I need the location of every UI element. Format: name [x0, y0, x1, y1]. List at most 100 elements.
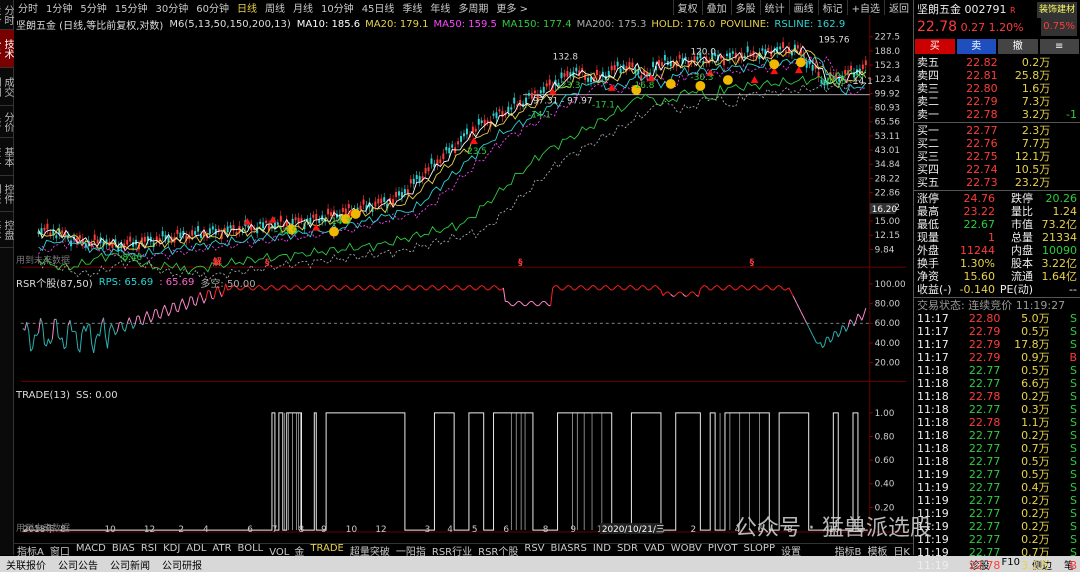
tick-vol: 0.9万	[1021, 351, 1050, 364]
trade-y-tick: 0.40	[875, 480, 895, 490]
rsr-line-segment	[128, 317, 132, 323]
period-button-10[interactable]: 45日线	[358, 0, 399, 15]
indicator-name[interactable]: M6(5,13,50,150,200,13)	[169, 19, 290, 30]
left-tab-0[interactable]: 分时走势	[0, 0, 14, 30]
left-tab-1[interactable]: 技术分析	[0, 30, 14, 68]
bid-vol: 10.5万	[1014, 163, 1051, 176]
price-candle-body	[660, 62, 663, 67]
stats-row-1: 最高 23.22 量比 1.24	[914, 205, 1080, 218]
rsr-line-segment	[839, 325, 843, 334]
price-candle-body	[312, 214, 315, 218]
toolbar-right-button-5[interactable]: 标记	[817, 0, 847, 15]
rsr-line-segment	[514, 301, 518, 305]
trade-title[interactable]: TRADE(13)	[16, 390, 70, 401]
price-candle-body	[347, 204, 350, 209]
period-button-7[interactable]: 周线	[261, 0, 289, 15]
rsr-line-segment	[108, 323, 112, 331]
toolbar-right-button-3[interactable]: 统计	[759, 0, 789, 15]
trade-button-1[interactable]: 卖	[956, 39, 996, 54]
tick-vol: 0.4万	[1021, 481, 1050, 494]
trade-button-3[interactable]: ≡	[1039, 39, 1079, 54]
price-candle-body	[613, 65, 616, 71]
toolbar-right-button-6[interactable]: +自选	[846, 0, 884, 15]
rsr-line-segment	[569, 286, 573, 290]
tick-side: S	[1070, 546, 1077, 559]
rsr-line-segment	[735, 288, 739, 291]
toolbar-right-button-4[interactable]: 画线	[788, 0, 818, 15]
rsr-line-segment	[794, 299, 798, 304]
rsr-line-segment	[749, 286, 752, 290]
price-candle-body	[445, 146, 448, 151]
sector-tag[interactable]: 装饰建材	[1036, 2, 1077, 18]
ask-price: 22.81	[966, 69, 998, 82]
rsr-y-tick: 40.00	[875, 339, 901, 349]
period-button-8[interactable]: 月线	[289, 0, 317, 15]
period-button-14[interactable]: 更多 >	[492, 0, 532, 15]
rsr-line-segment	[329, 285, 333, 289]
rsr-line-segment	[670, 294, 674, 297]
left-tab-3[interactable]: 分价表	[0, 106, 14, 138]
price-candle-body	[229, 225, 232, 229]
rsr-line-segment	[302, 288, 305, 291]
period-button-9[interactable]: 10分钟	[317, 0, 358, 15]
trade-y-tick: 0.80	[875, 432, 895, 442]
trade-button-2[interactable]: 撤	[998, 39, 1038, 54]
toolbar-right-button-2[interactable]: 多股	[730, 0, 760, 15]
toolbar-right-button-1[interactable]: 叠加	[701, 0, 731, 15]
rsr-line-segment	[213, 290, 217, 300]
status-link-1[interactable]: 公司公告	[52, 557, 104, 572]
price-candle-body	[380, 198, 383, 204]
toolbar-right-button-7[interactable]: 返回	[884, 0, 913, 15]
period-button-11[interactable]: 季线	[398, 0, 426, 15]
stat-label: 最低	[917, 218, 939, 231]
left-tab-5[interactable]: 控件列表	[0, 176, 14, 212]
rsr-line-segment	[520, 302, 524, 306]
status-link-2[interactable]: 公司新闻	[104, 557, 156, 572]
period-button-1[interactable]: 1分钟	[42, 0, 76, 15]
toolbar-right-button-0[interactable]: 复权	[672, 0, 702, 15]
ask-label: 卖四	[917, 69, 939, 82]
ask-x	[1053, 82, 1077, 95]
status-link-0[interactable]: 关联报价	[0, 557, 52, 572]
left-tab-2[interactable]: 成交明细	[0, 68, 14, 106]
rsr-line-segment	[451, 287, 455, 291]
period-button-13[interactable]: 多周期	[454, 0, 492, 15]
price-candle-body	[247, 225, 250, 228]
status-link-3[interactable]: 公司研报	[156, 557, 208, 572]
period-button-4[interactable]: 30分钟	[151, 0, 192, 15]
price-candle-body	[616, 61, 619, 67]
period-button-12[interactable]: 年线	[426, 0, 454, 15]
rsr-line-segment	[597, 289, 601, 291]
ma-value-5: HOLD: 176.0	[651, 19, 716, 30]
trade-button-0[interactable]: 买	[915, 39, 955, 54]
rsr-line-segment	[751, 285, 754, 288]
ask-price: 22.79	[966, 95, 998, 108]
rsr-line-segment	[278, 287, 282, 291]
period-button-0[interactable]: 分时	[14, 0, 42, 15]
rsr-title[interactable]: RSR个股(87,50)	[16, 275, 93, 290]
tick-side: S	[1070, 455, 1077, 468]
left-tab-4[interactable]: 基本资料	[0, 138, 14, 176]
bid-price: 22.74	[966, 163, 998, 176]
stats-divider	[914, 190, 1080, 191]
period-button-5[interactable]: 60分钟	[192, 0, 233, 15]
rsr-line-segment	[823, 337, 827, 346]
price-candle-body	[525, 97, 528, 104]
price-candle-body	[498, 109, 501, 112]
rsr-line-segment	[699, 286, 703, 290]
left-tab-6[interactable]: 控盘基本	[0, 212, 14, 248]
bid-x	[1053, 124, 1077, 137]
rsr-line-segment	[103, 317, 106, 337]
period-button-6[interactable]: 日线	[233, 0, 261, 15]
rsr-line-segment	[676, 291, 680, 295]
rsr-line-segment	[467, 285, 471, 287]
tick-row-11: 11:18 22.77 0.5万 S	[914, 455, 1080, 468]
rsr-line-segment	[810, 330, 814, 336]
x-axis-label: 2	[691, 525, 697, 535]
price-annotation: 132.8	[553, 52, 579, 62]
period-button-2[interactable]: 5分钟	[76, 0, 110, 15]
rsr-line-segment	[306, 285, 309, 288]
rsr-line-segment	[550, 288, 554, 306]
period-button-3[interactable]: 15分钟	[111, 0, 152, 15]
rsr-line-segment	[181, 298, 185, 305]
